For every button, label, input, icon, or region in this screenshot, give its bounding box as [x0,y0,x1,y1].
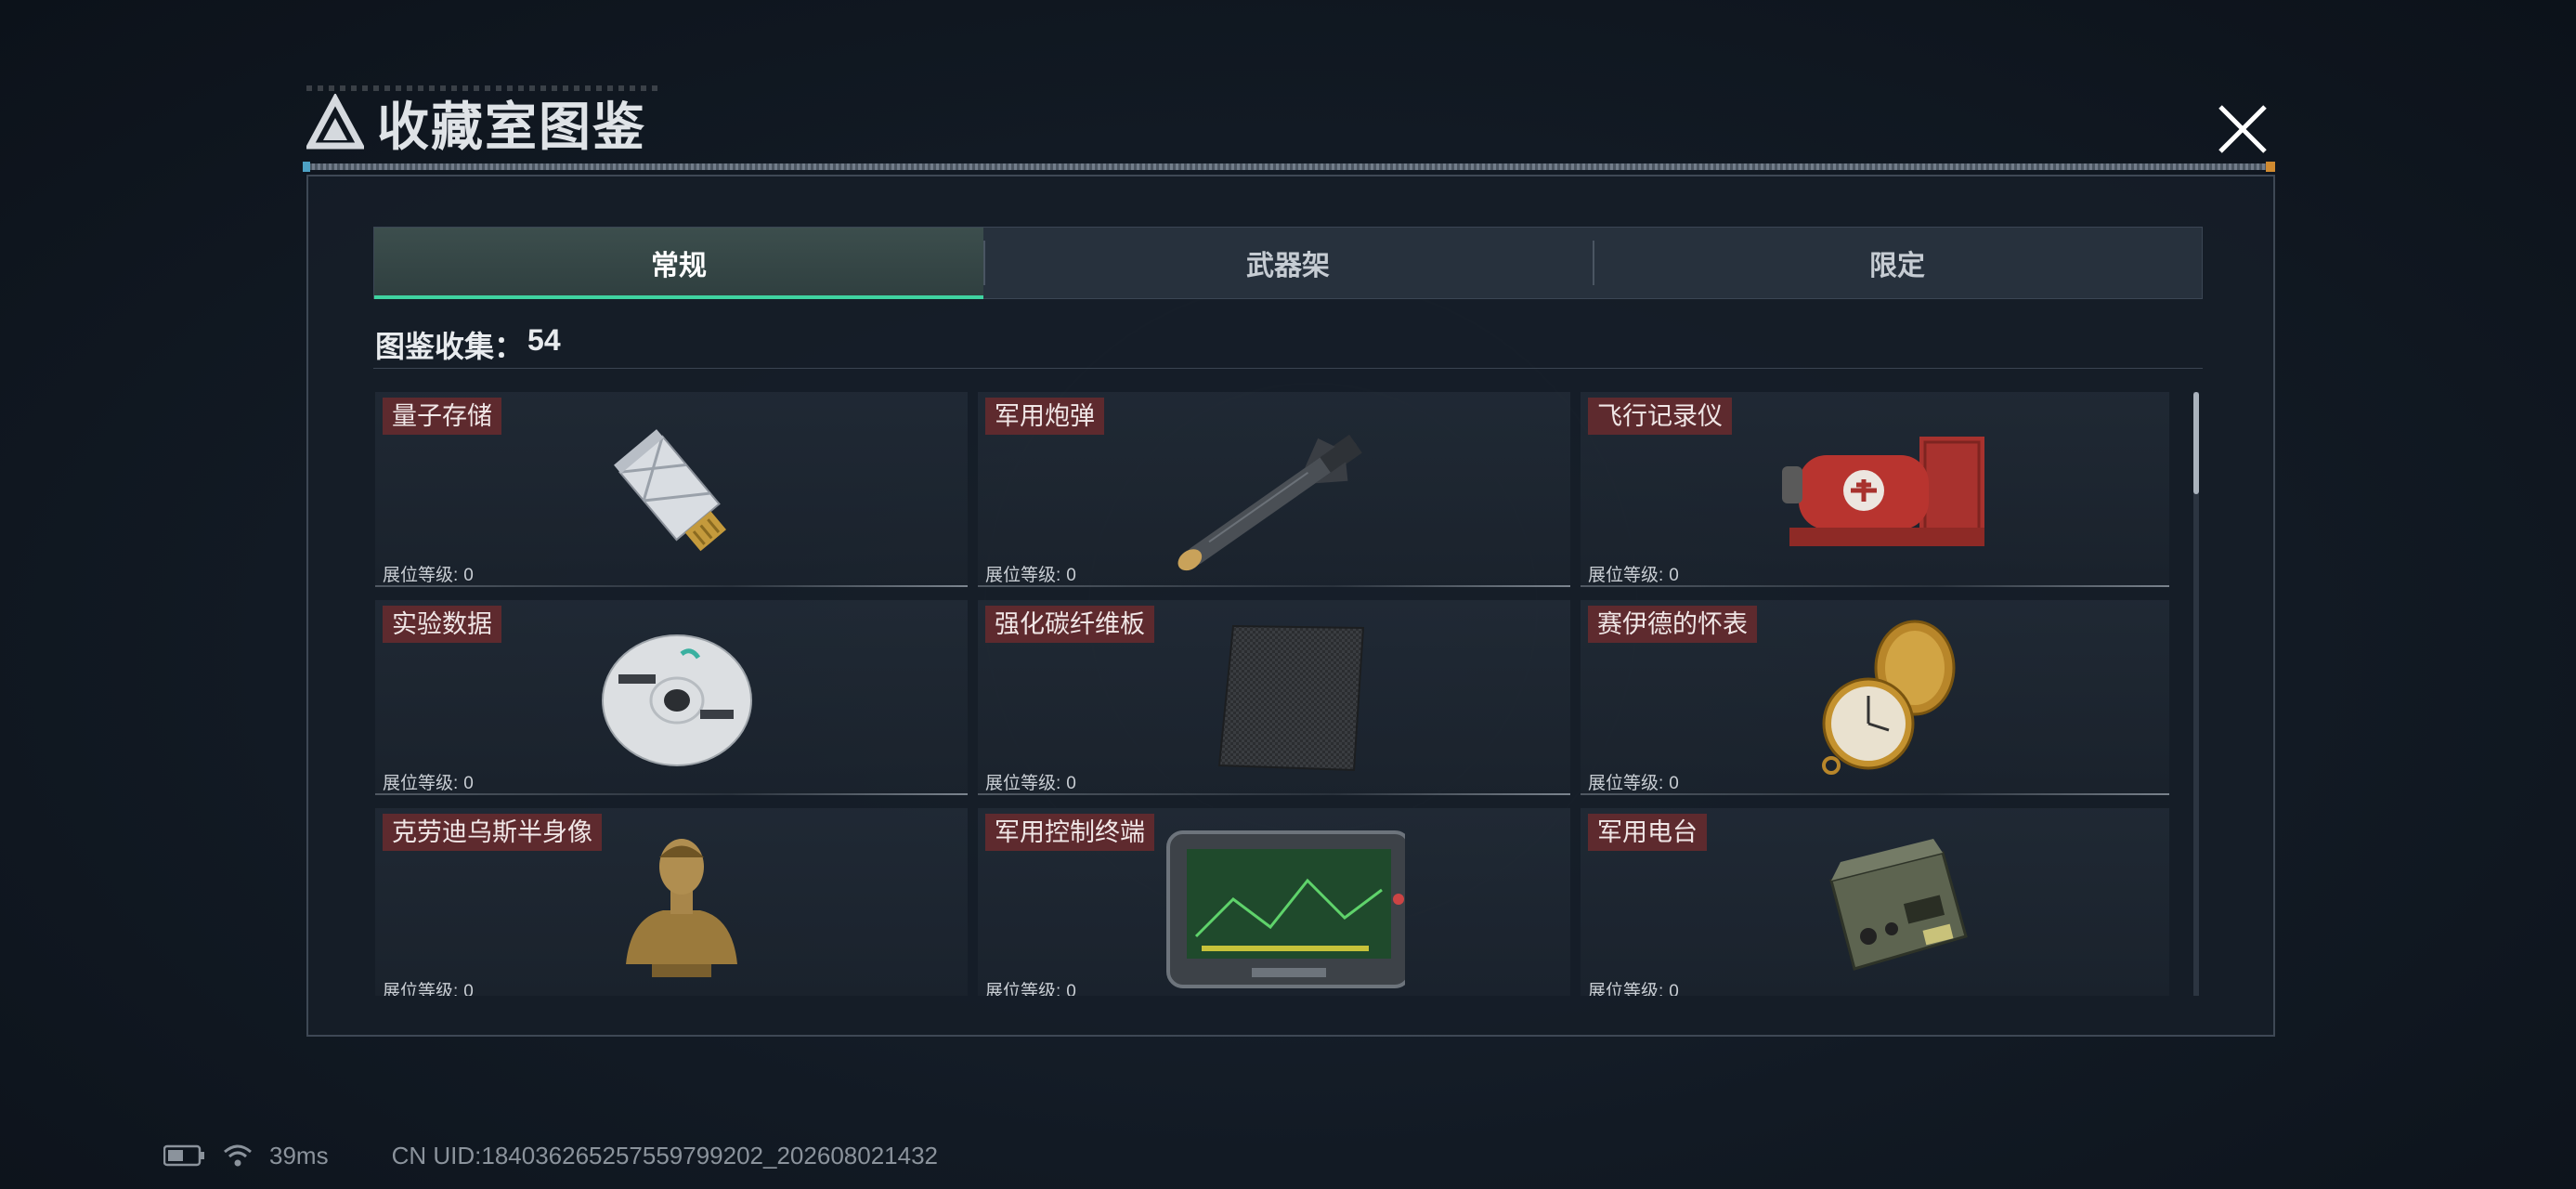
status-bar: 39ms CN UID:184036265257559799202_202608… [163,1141,938,1170]
item-level-label: 展位等级: [985,566,1061,585]
item-level-value: 0 [1669,566,1679,585]
collection-count: 图鉴收集： 54 [375,323,561,366]
pocket-watch-icon [1822,620,1956,775]
item-card[interactable]: 军用控制终端 展位等级: 0 [978,808,1570,996]
tab-weapon-rack[interactable]: 武器架 [983,228,1593,298]
item-level-value: 0 [1066,566,1076,585]
item-name: 强化碳纤维板 [985,606,1154,643]
item-card[interactable]: 军用电台 展位等级: 0 [1581,808,2169,996]
item-level: 展位等级: 0 [383,981,474,996]
item-card[interactable]: 量子存储 展位等级: 0 [375,392,968,587]
collection-panel: 常规 武器架 限定 图鉴收集： 54 量子存储 展位等级: 0 军用炮弹 展位等… [306,175,2275,1037]
user-uid: CN UID:184036265257559799202_20260802143… [391,1141,938,1169]
item-level-value: 0 [1669,774,1679,793]
item-card[interactable]: 飞行记录仪 展位等级: 0 [1581,392,2169,587]
tab-bar: 常规 武器架 限定 [373,227,2203,299]
item-level-value: 0 [463,774,474,793]
item-level: 展位等级: 0 [985,981,1076,996]
close-button[interactable] [2210,97,2275,162]
header-divider-accent [2266,162,2275,172]
item-level-label: 展位等级: [1588,774,1664,793]
item-card[interactable]: 克劳迪乌斯半身像 展位等级: 0 [375,808,968,996]
item-level-value: 0 [1066,982,1076,996]
wifi-icon [224,1144,252,1167]
collection-count-value: 54 [527,323,561,357]
item-level-value: 0 [1669,982,1679,996]
item-level: 展位等级: 0 [383,773,474,795]
item-card[interactable]: 军用炮弹 展位等级: 0 [978,392,1570,587]
page-title: 收藏室图鉴 [377,97,646,156]
radio-icon [1829,839,1968,971]
item-level: 展位等级: 0 [1588,981,1679,996]
carbon-plate-icon [1217,624,1365,772]
close-icon [2218,105,2267,153]
item-level: 展位等级: 0 [985,565,1076,587]
item-level-label: 展位等级: [1588,982,1664,996]
item-card[interactable]: 实验数据 展位等级: 0 [375,600,968,795]
collection-count-label: 图鉴收集： [375,330,525,363]
item-level-value: 0 [1066,774,1076,793]
disc-icon [602,634,752,766]
item-card[interactable]: 强化碳纤维板 展位等级: 0 [978,600,1570,795]
triangle-logo-icon [306,94,364,150]
grid-scrollbar[interactable] [2193,392,2199,996]
item-level-label: 展位等级: [383,774,459,793]
item-level-label: 展位等级: [985,774,1061,793]
usb-drive-icon [614,429,726,552]
scrollbar-thumb[interactable] [2193,392,2199,494]
item-level: 展位等级: 0 [1588,773,1679,795]
item-level: 展位等级: 0 [383,565,474,587]
page-header: 收藏室图鉴 [306,85,646,160]
item-level-label: 展位等级: [1588,566,1664,585]
flight-recorder-icon [1782,437,1984,546]
item-level-label: 展位等级: [985,982,1061,996]
battery-icon [163,1144,204,1167]
item-level: 展位等级: 0 [985,773,1076,795]
item-name: 量子存储 [383,398,501,435]
item-card[interactable]: 赛伊德的怀表 展位等级: 0 [1581,600,2169,795]
item-name: 军用电台 [1588,814,1707,851]
missile-icon [1177,434,1362,571]
item-name: 实验数据 [383,606,501,643]
item-level-label: 展位等级: [383,982,459,996]
item-level-label: 展位等级: [383,566,459,585]
item-grid: 量子存储 展位等级: 0 军用炮弹 展位等级: 0 飞行记录仪 展位等级: 0 … [375,392,2169,996]
tab-limited[interactable]: 限定 [1593,228,2202,298]
item-name: 赛伊德的怀表 [1588,606,1757,643]
tab-regular[interactable]: 常规 [374,228,983,299]
item-name: 克劳迪乌斯半身像 [383,814,602,851]
item-name: 军用控制终端 [985,814,1154,851]
item-level-value: 0 [463,982,474,996]
item-level-value: 0 [463,566,474,585]
header-divider [306,163,2273,170]
terminal-icon [1166,830,1405,988]
header-divider-accent-left [303,162,310,172]
item-name: 军用炮弹 [985,398,1104,435]
ping-value: 39ms [269,1141,329,1169]
item-name: 飞行记录仪 [1588,398,1732,435]
section-divider [373,368,2203,369]
item-level: 展位等级: 0 [1588,565,1679,587]
